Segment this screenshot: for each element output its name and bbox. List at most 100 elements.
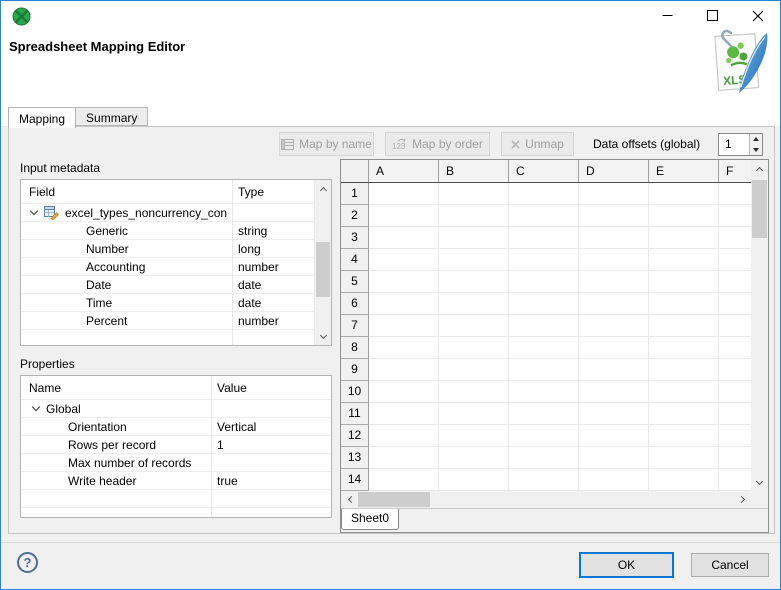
metadata-field-row[interactable]: Number long: [21, 240, 331, 258]
row-header[interactable]: 1: [341, 183, 369, 205]
unmap-button[interactable]: Unmap: [501, 132, 574, 156]
grid-cell[interactable]: [439, 359, 509, 381]
grid-cell[interactable]: [439, 183, 509, 205]
spinner-down-button[interactable]: [750, 144, 762, 155]
chevron-down-icon[interactable]: [29, 206, 39, 215]
spinner-up-button[interactable]: [750, 134, 762, 145]
grid-cell[interactable]: [509, 337, 579, 359]
map-by-name-button[interactable]: Map by name: [279, 132, 374, 156]
grid-cell[interactable]: [719, 205, 751, 227]
metadata-field-row[interactable]: Time date: [21, 294, 331, 312]
grid-cell[interactable]: [509, 315, 579, 337]
grid-cell[interactable]: [649, 425, 719, 447]
metadata-field-row[interactable]: Generic string: [21, 222, 331, 240]
grid-cell[interactable]: [579, 315, 649, 337]
grid-cell[interactable]: [509, 227, 579, 249]
column-header[interactable]: C: [509, 160, 579, 182]
grid-cell[interactable]: [439, 447, 509, 469]
grid-cell[interactable]: [439, 469, 509, 491]
metadata-field-row[interactable]: Accounting number: [21, 258, 331, 276]
column-header[interactable]: D: [579, 160, 649, 182]
cancel-button[interactable]: Cancel: [691, 553, 769, 577]
grid-cell[interactable]: [649, 227, 719, 249]
name-column-header[interactable]: Name: [21, 381, 211, 395]
grid-cell[interactable]: [439, 425, 509, 447]
data-offsets-input[interactable]: 1: [719, 134, 749, 155]
row-header[interactable]: 9: [341, 359, 369, 381]
row-header[interactable]: 6: [341, 293, 369, 315]
grid-cell[interactable]: [719, 381, 751, 403]
maximize-button[interactable]: [690, 1, 735, 30]
tab-mapping[interactable]: Mapping: [8, 107, 77, 128]
grid-cell[interactable]: [369, 271, 439, 293]
row-header[interactable]: 8: [341, 337, 369, 359]
metadata-field-row[interactable]: Date date: [21, 276, 331, 294]
grid-cell[interactable]: [439, 403, 509, 425]
grid-cell[interactable]: [369, 183, 439, 205]
grid-cell[interactable]: [369, 337, 439, 359]
row-header[interactable]: 5: [341, 271, 369, 293]
grid-cell[interactable]: [509, 293, 579, 315]
grid-cell[interactable]: [649, 271, 719, 293]
grid-cell[interactable]: [649, 315, 719, 337]
grid-cell[interactable]: [439, 205, 509, 227]
grid-cell[interactable]: [579, 337, 649, 359]
scrollbar-thumb[interactable]: [752, 180, 767, 238]
grid-cell[interactable]: [369, 293, 439, 315]
grid-cell[interactable]: [579, 425, 649, 447]
grid-cell[interactable]: [439, 337, 509, 359]
grid-cell[interactable]: [719, 337, 751, 359]
grid-cell[interactable]: [719, 425, 751, 447]
minimize-button[interactable]: [645, 1, 690, 30]
scroll-down-arrow[interactable]: [315, 328, 331, 345]
grid-cell[interactable]: [579, 271, 649, 293]
ok-button[interactable]: OK: [579, 552, 674, 578]
grid-cell[interactable]: [579, 293, 649, 315]
title-bar[interactable]: [1, 1, 780, 31]
tab-summary[interactable]: Summary: [76, 107, 149, 126]
grid-cell[interactable]: [649, 337, 719, 359]
column-header[interactable]: F: [719, 160, 751, 182]
grid-cell[interactable]: [369, 469, 439, 491]
properties-root-row[interactable]: Global: [21, 400, 331, 418]
grid-cell[interactable]: [509, 469, 579, 491]
property-row[interactable]: Max number of records: [21, 454, 331, 472]
row-header[interactable]: 12: [341, 425, 369, 447]
grid-horizontal-scrollbar[interactable]: [341, 491, 751, 508]
grid-vertical-scrollbar[interactable]: [751, 160, 768, 491]
scroll-up-arrow[interactable]: [315, 180, 331, 197]
grid-cell[interactable]: [649, 381, 719, 403]
grid-cell[interactable]: [509, 249, 579, 271]
grid-cell[interactable]: [509, 183, 579, 205]
grid-cell[interactable]: [719, 293, 751, 315]
grid-cell[interactable]: [649, 249, 719, 271]
grid-cell[interactable]: [369, 381, 439, 403]
grid-cell[interactable]: [649, 469, 719, 491]
row-header[interactable]: 4: [341, 249, 369, 271]
grid-cell[interactable]: [509, 425, 579, 447]
row-header[interactable]: 14: [341, 469, 369, 491]
scroll-up-arrow[interactable]: [751, 160, 768, 177]
value-column-header[interactable]: Value: [211, 381, 314, 395]
row-header[interactable]: 2: [341, 205, 369, 227]
column-header[interactable]: B: [439, 160, 509, 182]
grid-cell[interactable]: [579, 359, 649, 381]
map-by-order-button[interactable]: 123 Map by order: [385, 132, 490, 156]
grid-cell[interactable]: [579, 381, 649, 403]
help-button[interactable]: ?: [17, 552, 38, 573]
grid-cell[interactable]: [649, 293, 719, 315]
row-header[interactable]: 3: [341, 227, 369, 249]
grid-cell[interactable]: [649, 403, 719, 425]
grid-cell[interactable]: [509, 359, 579, 381]
grid-cell[interactable]: [369, 403, 439, 425]
grid-cell[interactable]: [369, 359, 439, 381]
grid-cell[interactable]: [509, 271, 579, 293]
grid-cell[interactable]: [439, 271, 509, 293]
grid-cell[interactable]: [579, 205, 649, 227]
grid-cell[interactable]: [719, 403, 751, 425]
grid-cell[interactable]: [649, 447, 719, 469]
close-button[interactable]: [735, 1, 780, 30]
type-column-header[interactable]: Type: [232, 185, 314, 199]
column-header[interactable]: A: [369, 160, 439, 182]
property-row[interactable]: Rows per record 1: [21, 436, 331, 454]
